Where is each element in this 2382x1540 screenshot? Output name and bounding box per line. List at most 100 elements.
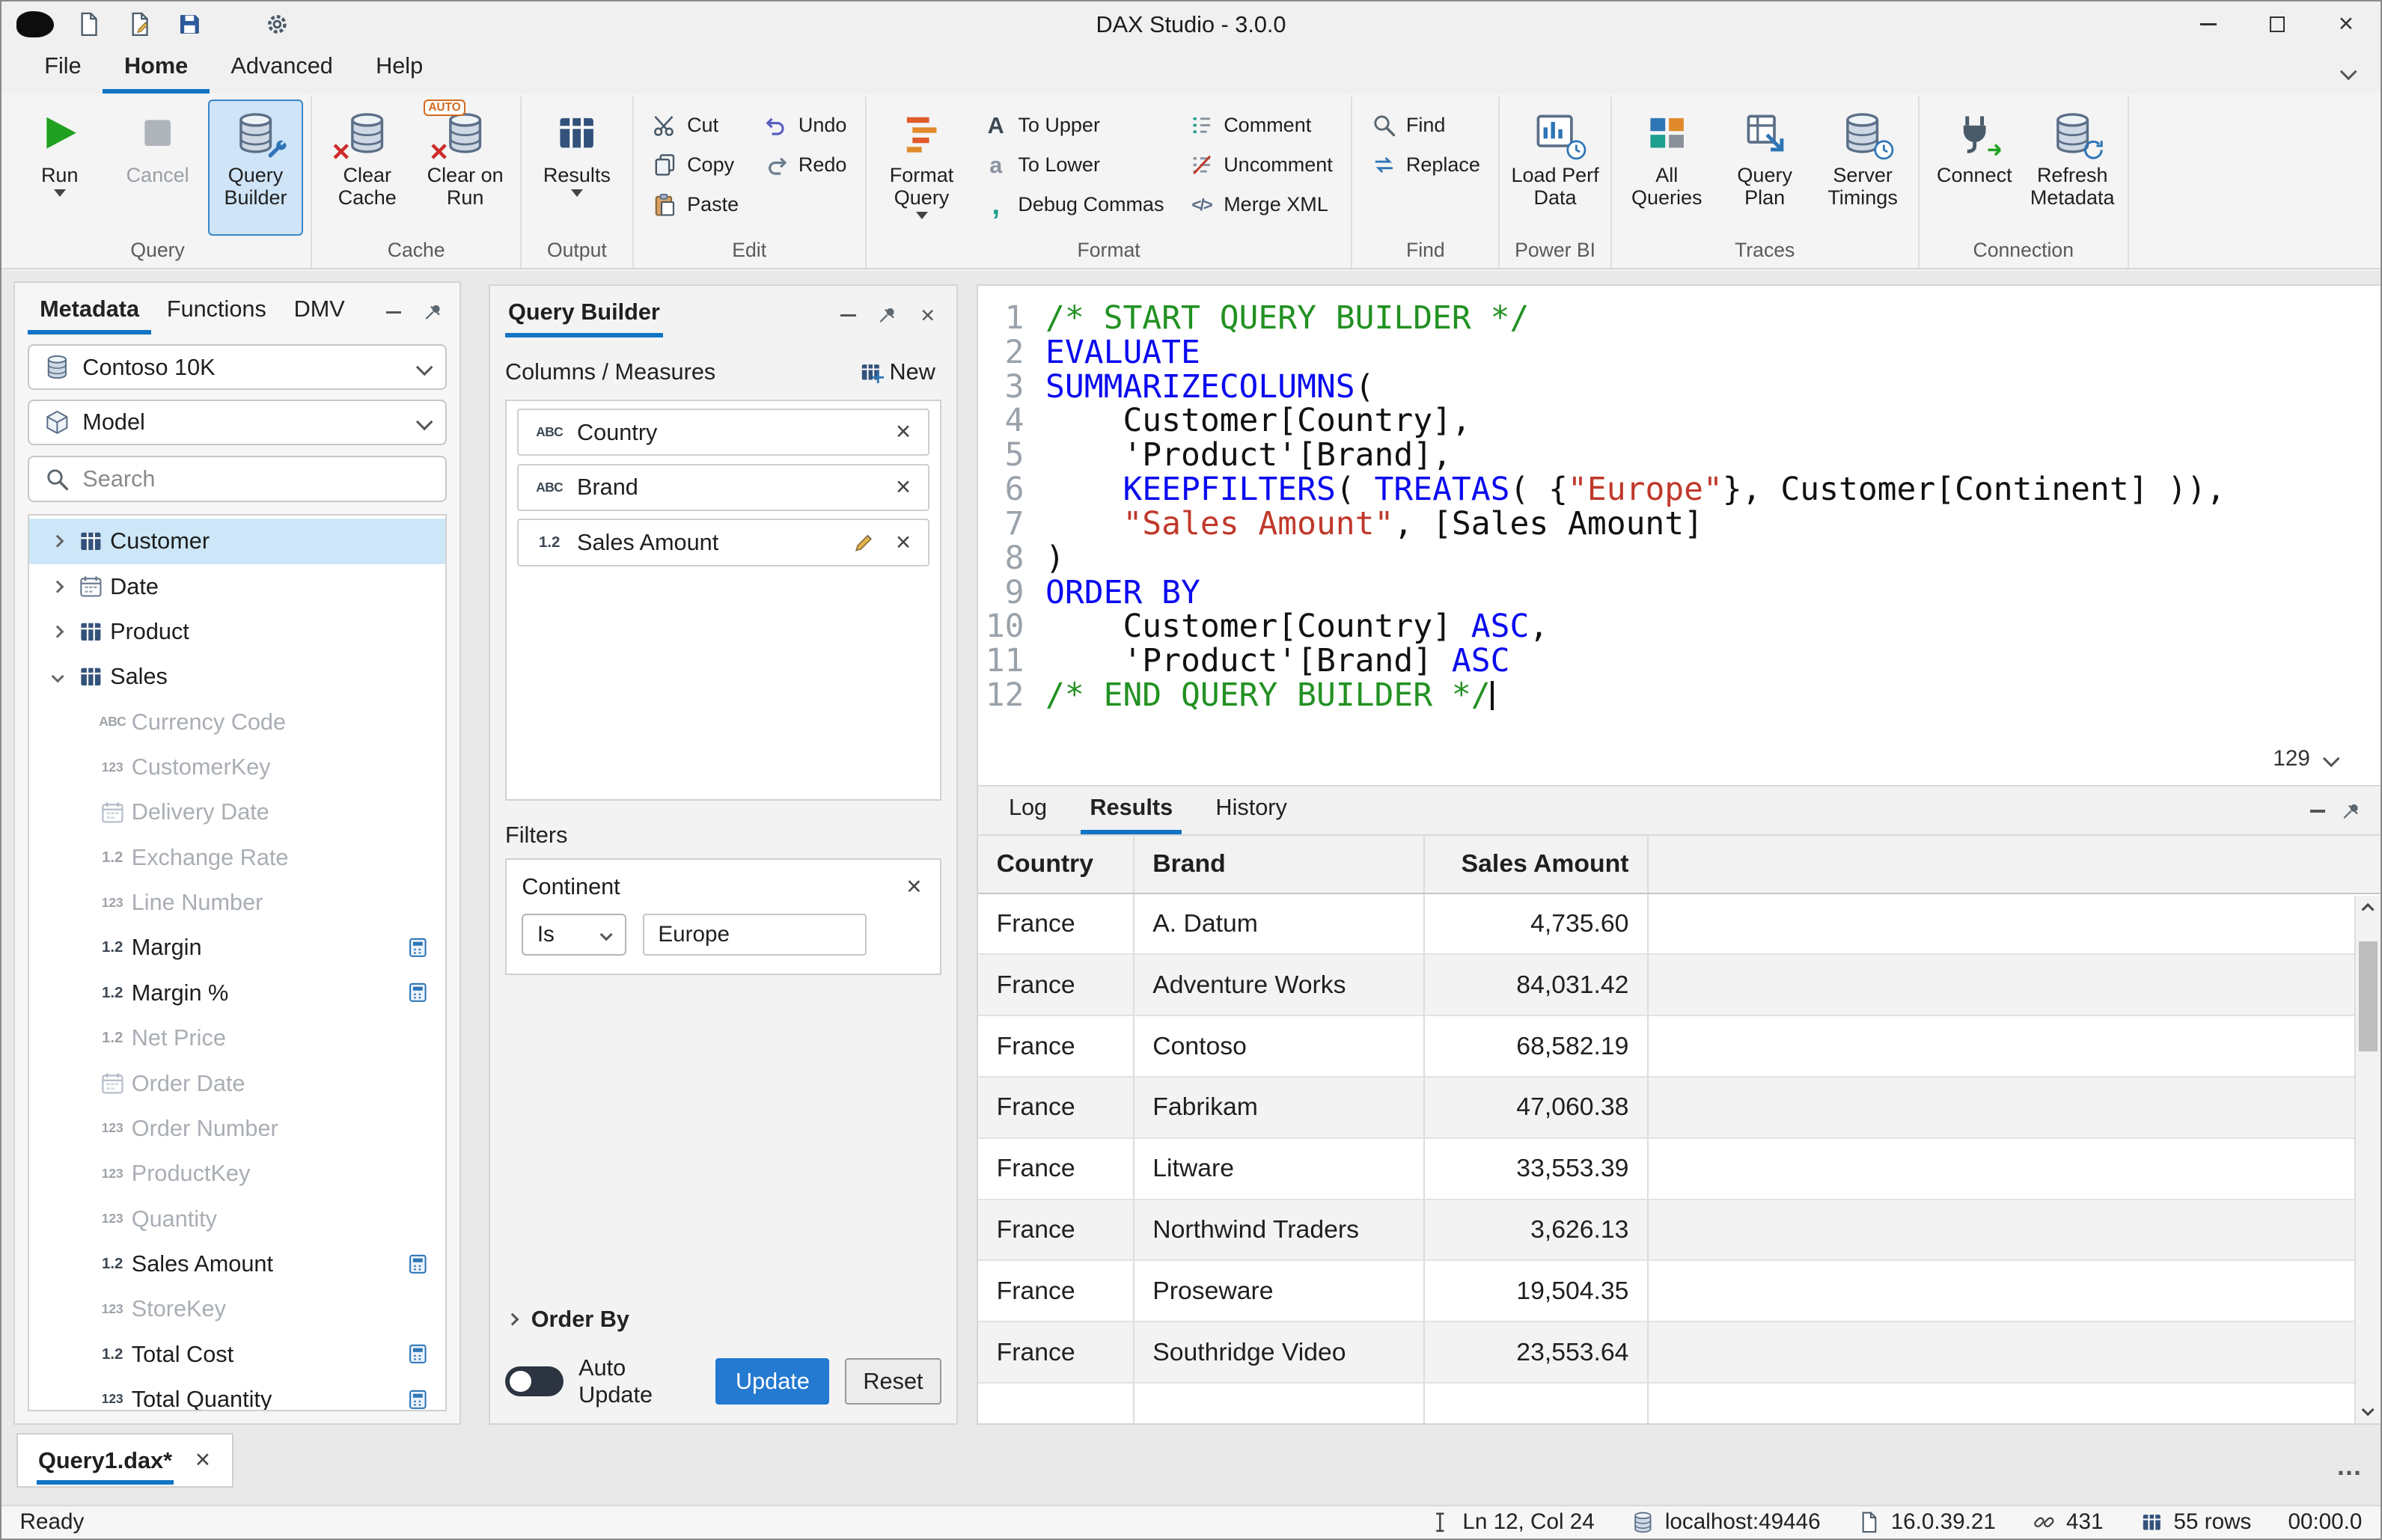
save-as-icon[interactable] — [124, 9, 155, 40]
to-lower-button[interactable]: a To Lower — [972, 145, 1175, 185]
query-builder-button[interactable]: Query Builder — [208, 99, 303, 236]
replace-button[interactable]: Replace — [1360, 145, 1491, 185]
search-input[interactable] — [82, 465, 430, 493]
scrollbar-thumb[interactable] — [2359, 941, 2378, 1052]
run-button[interactable]: Run — [12, 100, 107, 236]
clear-cache-button[interactable]: × Clear Cache — [320, 100, 415, 236]
tree-item-order-number[interactable]: 123 Order Number — [29, 1106, 446, 1151]
code-line-8[interactable]: 8) — [978, 540, 2381, 576]
settings-gear-icon[interactable] — [262, 9, 293, 40]
tree-item-net-price[interactable]: 1.2 Net Price — [29, 1015, 446, 1060]
results-row-3[interactable]: France Contoso 68,582.19 — [978, 1016, 2381, 1078]
collapse-arrow-icon[interactable] — [44, 670, 72, 684]
cut-button[interactable]: Cut — [641, 106, 750, 145]
code-line-11[interactable]: 11 'Product'[Brand] ASC — [978, 644, 2381, 679]
query-plan-button[interactable]: Query Plan — [1717, 100, 1813, 236]
format-query-button[interactable]: Format Query — [874, 100, 969, 236]
expand-arrow-icon[interactable] — [44, 534, 72, 549]
merge-xml-button[interactable]: </> Merge XML — [1178, 185, 1343, 224]
results-tab-results[interactable]: Results — [1081, 786, 1182, 834]
menu-tab-advanced[interactable]: Advanced — [210, 46, 355, 93]
tree-item-currency-code[interactable]: ABC Currency Code — [29, 700, 446, 745]
qb-column-country[interactable]: ABC Country × — [517, 408, 929, 456]
remove-column-icon[interactable]: × — [893, 419, 914, 445]
qb-column-brand[interactable]: ABC Brand × — [517, 463, 929, 511]
server-timings-button[interactable]: Server Timings — [1815, 100, 1911, 236]
tree-item-productkey[interactable]: 123 ProductKey — [29, 1151, 446, 1196]
new-measure-button[interactable]: New — [852, 355, 941, 388]
code-line-3[interactable]: 3 SUMMARIZECOLUMNS( — [978, 369, 2381, 405]
tree-item-date[interactable]: Date — [29, 564, 446, 609]
query-builder-pin-icon[interactable] — [874, 302, 902, 329]
connect-button[interactable]: Connect — [1927, 100, 2022, 236]
results-output-button[interactable]: Results — [529, 100, 624, 236]
debug-commas-button[interactable]: , Debug Commas — [972, 185, 1175, 224]
refresh-metadata-button[interactable]: Refresh Metadata — [2025, 100, 2120, 236]
tree-item-margin[interactable]: 1.2 Margin — [29, 925, 446, 970]
code-line-5[interactable]: 5 'Product'[Brand], — [978, 438, 2381, 473]
paste-button[interactable]: Paste — [641, 185, 750, 224]
find-button[interactable]: Find — [1360, 106, 1491, 145]
results-row-2[interactable]: France Adventure Works 84,031.42 — [978, 955, 2381, 1017]
cancel-button[interactable]: Cancel — [110, 100, 205, 236]
results-scrollbar[interactable] — [2354, 895, 2381, 1424]
auto-update-toggle[interactable] — [504, 1366, 564, 1397]
save-icon[interactable] — [174, 9, 205, 40]
code-line-9[interactable]: 9 ORDER BY — [978, 575, 2381, 611]
tree-item-customerkey[interactable]: 123 CustomerKey — [29, 745, 446, 789]
model-select[interactable]: Model — [27, 399, 448, 446]
metadata-tab-metadata[interactable]: Metadata — [27, 290, 152, 335]
qb-column-sales-amount[interactable]: 1.2 Sales Amount × — [517, 519, 929, 566]
filter-value-input[interactable] — [643, 914, 867, 956]
code-line-7[interactable]: 7 "Sales Amount", [Sales Amount] — [978, 507, 2381, 542]
results-pin-icon[interactable] — [2338, 798, 2366, 825]
results-row-7[interactable]: France Proseware 19,504.35 — [978, 1261, 2381, 1323]
code-line-6[interactable]: 6 KEEPFILTERS( TREATAS( {"Europe"}, Cust… — [978, 472, 2381, 507]
results-row-5[interactable]: France Litware 33,553.39 — [978, 1138, 2381, 1200]
code-line-10[interactable]: 10 Customer[Country] ASC, — [978, 609, 2381, 644]
scroll-up-icon[interactable] — [2361, 902, 2375, 916]
results-row-4[interactable]: France Fabrikam 47,060.38 — [978, 1077, 2381, 1139]
menu-tab-home[interactable]: Home — [103, 46, 210, 94]
tree-item-sales[interactable]: Sales — [29, 654, 446, 699]
reset-button[interactable]: Reset — [844, 1358, 942, 1405]
results-header-sales-amount[interactable]: Sales Amount — [1425, 835, 1649, 893]
menu-tab-file[interactable]: File — [23, 46, 103, 93]
order-by-section[interactable]: Order By — [505, 1297, 941, 1342]
status-overflow-button[interactable]: … — [2336, 1452, 2363, 1482]
results-row-1[interactable]: France A. Datum 4,735.60 — [978, 893, 2381, 956]
tree-item-line-number[interactable]: 123 Line Number — [29, 880, 446, 925]
code-line-4[interactable]: 4 Customer[Country], — [978, 403, 2381, 439]
database-select[interactable]: Contoso 10K — [27, 344, 448, 391]
filter-remove-icon[interactable]: × — [903, 873, 924, 900]
clear-cache-on-run-button[interactable]: × AUTO Clear on Run — [418, 99, 513, 236]
comment-button[interactable]: Comment — [1178, 106, 1343, 145]
metadata-tab-dmv[interactable]: DMV — [281, 290, 357, 334]
metadata-tab-functions[interactable]: Functions — [154, 290, 278, 334]
remove-column-icon[interactable]: × — [893, 474, 914, 501]
scroll-down-icon[interactable] — [2361, 1403, 2375, 1417]
undo-button[interactable]: Undo — [753, 106, 858, 145]
results-row-8[interactable]: France Southridge Video 23,553.64 — [978, 1322, 2381, 1384]
close-button[interactable]: × — [2312, 1, 2381, 47]
edit-measure-icon[interactable] — [849, 531, 879, 554]
maximize-button[interactable] — [2243, 1, 2312, 47]
expand-arrow-icon[interactable] — [44, 580, 72, 593]
redo-button[interactable]: Redo — [753, 145, 858, 185]
results-minimize-icon[interactable] — [2304, 798, 2332, 825]
query-builder-close-icon[interactable]: × — [914, 301, 941, 329]
editor-zoom-select[interactable]: 129 — [2273, 742, 2341, 776]
all-queries-button[interactable]: All Queries — [1619, 100, 1714, 236]
results-row-6[interactable]: France Northwind Traders 3,626.13 — [978, 1200, 2381, 1262]
document-tab-close-icon[interactable]: × — [192, 1447, 213, 1473]
load-perf-data-button[interactable]: Load Perf Data — [1508, 100, 1603, 236]
tree-item-customer[interactable]: Customer — [28, 519, 446, 564]
tree-item-total-quantity[interactable]: 123 Total Quantity — [29, 1377, 446, 1410]
code-line-1[interactable]: 1 /* START QUERY BUILDER */ — [978, 301, 2381, 336]
to-upper-button[interactable]: A To Upper — [972, 106, 1175, 145]
new-file-icon[interactable] — [73, 9, 104, 40]
metadata-minimize-icon[interactable] — [379, 299, 407, 326]
ribbon-collapse-chevron[interactable] — [2328, 57, 2368, 88]
results-tab-history[interactable]: History — [1206, 786, 1296, 834]
minimize-button[interactable] — [2174, 1, 2243, 47]
